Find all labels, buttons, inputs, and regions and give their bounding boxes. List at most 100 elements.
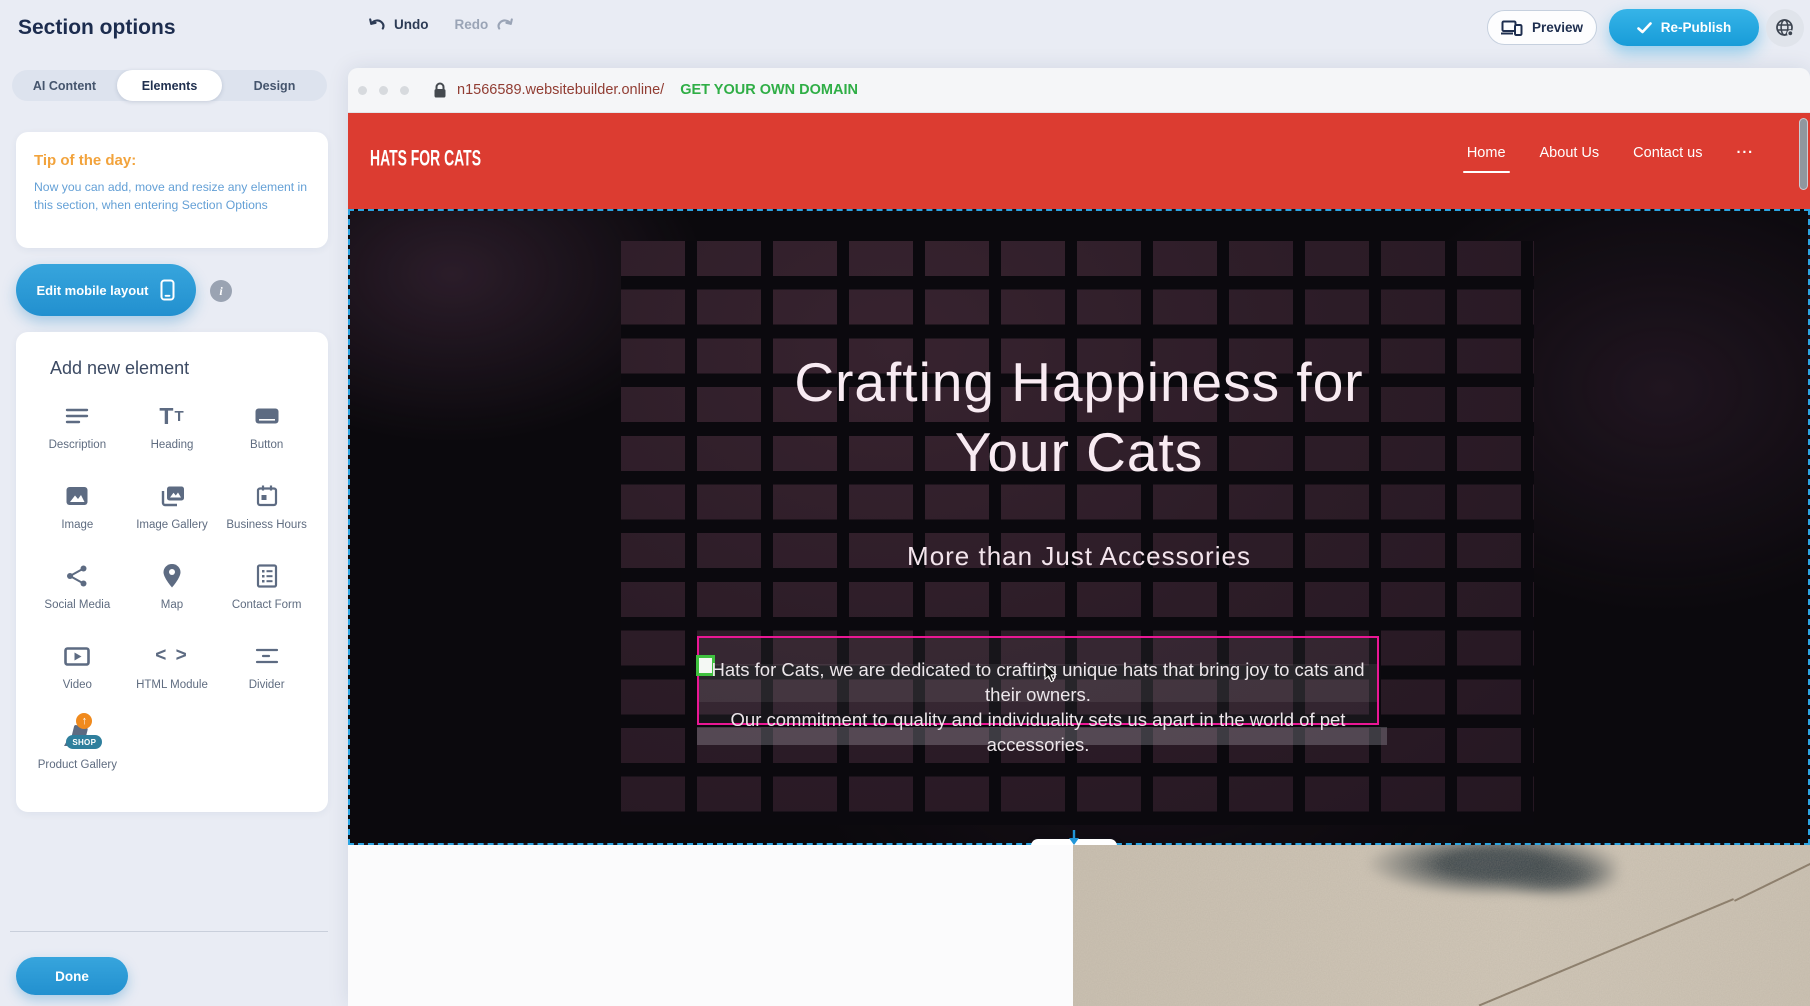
element-label: Map — [161, 598, 183, 612]
selected-description-element[interactable]: Hats for Cats, we are dedicated to craft… — [697, 636, 1379, 725]
globe-icon — [1774, 17, 1796, 39]
element-label: Button — [250, 438, 283, 452]
lock-icon — [433, 82, 447, 99]
info-icon[interactable]: i — [210, 280, 232, 302]
add-new-element-card: Add new element Description TT Heading B… — [16, 332, 328, 812]
add-element-html-module[interactable]: < > HTML Module — [125, 639, 220, 703]
add-element-video[interactable]: Video — [30, 639, 125, 703]
check-icon — [1637, 22, 1652, 34]
language-globe-button[interactable] — [1766, 9, 1804, 47]
page-title: Section options — [18, 16, 176, 40]
image-icon — [64, 479, 90, 513]
floor-photo — [1073, 845, 1810, 1006]
site-nav: Home About Us Contact us ··· — [1467, 145, 1754, 173]
browser-chrome: n1566589.websitebuilder.online/ GET YOUR… — [348, 68, 1810, 113]
add-element-description[interactable]: Description — [30, 399, 125, 463]
tab-ai-content[interactable]: AI Content — [12, 70, 117, 101]
add-element-product-gallery[interactable]: ↑ SHOP Product Gallery — [30, 719, 125, 783]
edit-mobile-layout-button[interactable]: Edit mobile layout — [16, 264, 196, 316]
hero-subheading: More than Just Accessories — [350, 541, 1808, 572]
site-logo[interactable]: HATS FOR CATS — [370, 146, 481, 172]
undo-button[interactable]: Undo — [368, 17, 429, 32]
devices-icon — [1501, 20, 1523, 36]
description-line1: Hats for Cats, we are dedicated to craft… — [705, 657, 1371, 707]
done-button[interactable]: Done — [16, 957, 128, 995]
get-domain-link[interactable]: GET YOUR OWN DOMAIN — [680, 82, 858, 98]
hero-description-text: Hats for Cats, we are dedicated to craft… — [705, 657, 1371, 757]
element-label: Image Gallery — [136, 518, 208, 532]
add-element-social-media[interactable]: Social Media — [30, 559, 125, 623]
edit-mobile-label: Edit mobile layout — [37, 283, 149, 298]
tip-of-the-day-card: Tip of the day: Now you can add, move an… — [16, 132, 328, 248]
add-element-button[interactable]: Button — [219, 399, 314, 463]
nav-about-us[interactable]: About Us — [1540, 145, 1600, 173]
description-icon — [64, 399, 90, 433]
hero-heading-line1: Crafting Happiness for — [350, 347, 1808, 417]
site-preview-canvas: n1566589.websitebuilder.online/ GET YOUR… — [348, 68, 1810, 1006]
redo-icon — [495, 17, 514, 32]
site-header: HATS FOR CATS Home About Us Contact us ·… — [348, 113, 1810, 209]
undo-icon — [368, 17, 387, 32]
sidebar-tabs: AI Content Elements Design — [12, 70, 327, 101]
hero-heading: Crafting Happiness for Your Cats — [350, 347, 1808, 487]
divider-icon — [254, 639, 280, 673]
add-element-heading[interactable]: TT Heading — [125, 399, 220, 463]
add-element-business-hours[interactable]: Business Hours — [219, 479, 314, 543]
redo-label: Redo — [455, 17, 489, 32]
nav-home[interactable]: Home — [1467, 145, 1506, 173]
element-label: HTML Module — [136, 678, 208, 692]
product-gallery-icon: ↑ SHOP — [60, 719, 94, 753]
element-label: Business Hours — [226, 518, 307, 532]
element-label: Product Gallery — [38, 758, 117, 772]
element-label: Heading — [151, 438, 194, 452]
element-label: Divider — [249, 678, 285, 692]
description-line2: Our commitment to quality and individual… — [705, 707, 1371, 757]
tip-title: Tip of the day: — [34, 152, 310, 169]
tab-elements[interactable]: Elements — [117, 70, 222, 101]
element-label: Description — [49, 438, 107, 452]
republish-label: Re-Publish — [1661, 20, 1732, 35]
tab-design[interactable]: Design — [222, 70, 327, 101]
preview-label: Preview — [1532, 20, 1583, 35]
social-media-icon — [65, 559, 89, 593]
hero-heading-line2: Your Cats — [350, 417, 1808, 487]
add-element-image[interactable]: Image — [30, 479, 125, 543]
top-toolbar: Section options Undo Redo Preview Re-Pub… — [0, 0, 1810, 58]
contact-form-icon — [255, 559, 279, 593]
image-gallery-icon — [158, 479, 186, 513]
hero-section-selected[interactable]: Crafting Happiness for Your Cats More th… — [348, 209, 1810, 845]
sidebar-divider — [10, 931, 328, 932]
undo-label: Undo — [394, 17, 429, 32]
url-text: n1566589.websitebuilder.online/ — [457, 82, 664, 98]
element-label: Social Media — [44, 598, 110, 612]
video-icon — [63, 639, 91, 673]
shop-badge: SHOP — [66, 735, 102, 749]
add-element-divider[interactable]: Divider — [219, 639, 314, 703]
add-element-title: Add new element — [50, 358, 314, 379]
html-module-icon: < > — [155, 639, 188, 673]
next-section-preview[interactable] — [348, 845, 1810, 1006]
heading-icon: TT — [159, 399, 184, 433]
map-icon — [162, 559, 182, 593]
add-element-image-gallery[interactable]: Image Gallery — [125, 479, 220, 543]
floor-grain-texture — [1073, 845, 1810, 1006]
add-element-map[interactable]: Map — [125, 559, 220, 623]
republish-button[interactable]: Re-Publish — [1609, 9, 1759, 46]
business-hours-icon — [255, 479, 279, 513]
element-label: Image — [61, 518, 93, 532]
element-label: Video — [63, 678, 92, 692]
preview-button[interactable]: Preview — [1487, 10, 1597, 45]
nav-contact-us[interactable]: Contact us — [1633, 145, 1702, 173]
add-element-contact-form[interactable]: Contact Form — [219, 559, 314, 623]
button-icon — [253, 399, 281, 433]
phone-icon — [160, 279, 175, 301]
tip-body: Now you can add, move and resize any ele… — [34, 179, 310, 214]
canvas-scrollbar[interactable] — [1799, 118, 1808, 190]
nav-more-menu[interactable]: ··· — [1737, 145, 1755, 173]
redo-button[interactable]: Redo — [455, 17, 515, 32]
element-grid: Description TT Heading Button Image Imag… — [30, 399, 314, 783]
mouse-cursor — [1044, 663, 1058, 683]
window-dots-icon — [358, 86, 409, 95]
section-options-sidebar: AI Content Elements Design Tip of the da… — [0, 58, 340, 1006]
element-label: Contact Form — [232, 598, 302, 612]
